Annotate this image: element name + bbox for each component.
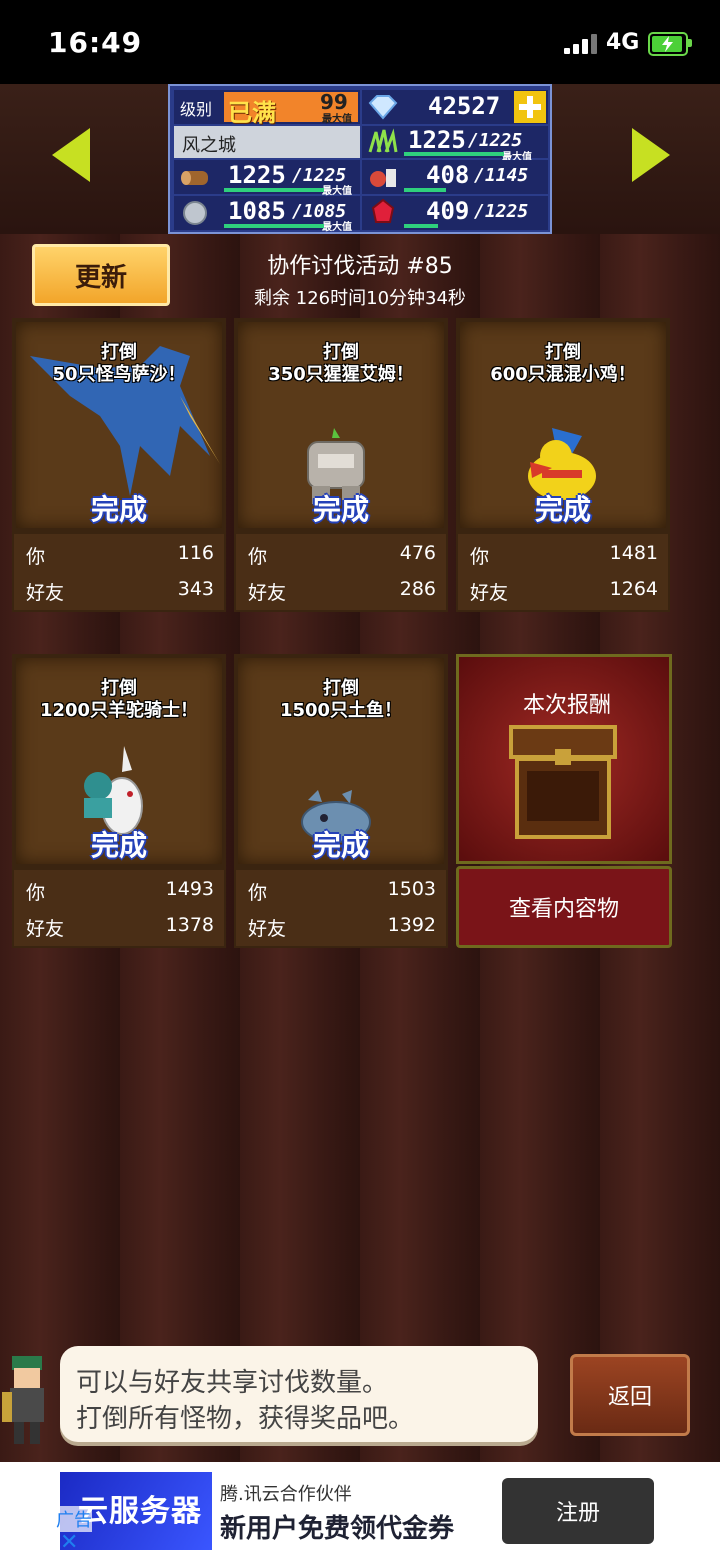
hint-line-2: 打倒所有怪物，获得奖品吧。 [76,1404,415,1434]
ruby-max: /1225 [474,201,529,222]
ore-cell: 1085 /1085 最大值 [174,196,360,233]
reward-card: 本次报酬 查看内容物 [456,654,672,948]
ore-value: 1085 [228,197,286,225]
view-contents-button[interactable]: 查看内容物 [456,866,672,948]
level-label: 级别 [180,100,213,119]
wood-max-tag: 最大值 [322,186,352,197]
friend-count-row: 好友 1264 [470,578,658,604]
you-count-row: 你 1503 [248,878,436,904]
quest-card[interactable]: 打倒 1200只羊驼骑士！ 完成 你 1493 好友 1378 [12,654,226,948]
level-bar: 已满 99 最大值 [224,90,358,127]
quest-line1: 打倒 [323,342,359,363]
back-button[interactable]: 返回 [570,1354,690,1436]
you-count-row: 你 116 [26,542,214,568]
friend-count-row: 好友 1392 [248,914,436,940]
friend-count-row: 好友 1378 [26,914,214,940]
quest-target: 1200只羊驼骑士！ [39,700,199,721]
register-button[interactable]: 注册 [502,1478,654,1544]
completed-label: 完成 [312,493,369,526]
ruby-cell: 409 /1225 [362,196,548,230]
quest-target: 50只怪鸟萨沙！ [52,364,186,385]
previous-arrow-button[interactable] [52,128,90,182]
reward-title: 本次报酬 [522,693,611,718]
clock: 16:49 [48,26,143,59]
city-name: 风之城 [182,135,236,156]
guide-character-icon [2,1356,44,1444]
quest-card[interactable]: 打倒 50只怪鸟萨沙！ 完成 你 116 好友 343 [12,318,226,612]
you-count-row: 你 1481 [470,542,658,568]
gems-cell: 42527 [362,90,548,124]
event-remaining-time: 剩余 126时间10分钟34秒 [254,288,466,309]
close-icon[interactable]: ✕ [60,1530,78,1555]
ad-sponsor: 腾.讯云合作伙伴 [220,1484,352,1505]
level-max-tag: 最大值 [322,114,352,125]
quest-card[interactable]: 打倒 600只混混小鸡！ 完成 你 1481 好友 1264 [456,318,670,612]
quest-line1: 打倒 [545,342,581,363]
wood-cell: 1225 /1225 最大值 [174,160,360,197]
completed-label: 完成 [90,829,147,862]
ruby-value: 409 [426,197,470,225]
ad-image-text: 云服务器 [78,1494,202,1529]
event-title: 协作讨伐活动 #85 [267,254,453,279]
ruby-icon [371,198,395,223]
gems-value: 42527 [428,92,501,120]
diamond-icon [368,95,398,120]
quest-card[interactable]: 打倒 1500只土鱼！ 完成 你 1503 好友 1392 [234,654,448,948]
wood-value: 1225 [228,161,286,189]
battery-icon [648,32,688,56]
plus-icon [519,96,541,118]
level-status: 已满 [228,99,276,127]
hint-line-1: 可以与好友共享讨伐数量。 [76,1368,389,1398]
grass-icon [368,128,398,153]
friend-count-row: 好友 286 [248,578,436,604]
quest-target: 1500只土鱼！ [279,700,403,721]
treasure-chest-icon [509,725,617,839]
refresh-button[interactable]: 更新 [32,244,170,306]
quest-target: 350只猩猩艾姆！ [268,364,414,385]
food-max: /1145 [474,165,529,186]
ad-headline[interactable]: 新用户免费领代金券 [220,1508,454,1545]
ad-label: 广告 [56,1506,92,1532]
food-cell: 408 /1145 [362,160,548,194]
wood-log-icon [181,171,208,185]
ore-icon [183,201,207,225]
completed-label: 完成 [90,493,147,526]
food-value: 408 [426,161,470,189]
you-count-row: 你 476 [248,542,436,568]
you-count-row: 你 1493 [26,878,214,904]
add-gems-button[interactable] [514,91,546,123]
completed-label: 完成 [312,829,369,862]
signal-icon [564,34,598,54]
quest-target: 600只混混小鸡！ [490,364,636,385]
ore-max-tag: 最大值 [322,222,352,233]
hint-message-box: 可以与好友共享讨伐数量。 打倒所有怪物，获得奖品吧。 [60,1346,538,1442]
food-icon [370,169,396,187]
quest-card[interactable]: 打倒 350只猩猩艾姆！ 完成 你 476 好友 286 [234,318,448,612]
friend-count-row: 好友 343 [26,578,214,604]
grass-value: 1225 [408,126,466,154]
quest-line1: 打倒 [323,678,359,699]
network-type: 4G [606,30,640,55]
next-arrow-button[interactable] [632,128,670,182]
grass-cell: 1225 /1225 最大值 [362,126,548,163]
resource-panel: 级别 已满 99 最大值 42527 风之城 1225 /1225 最大值 12… [168,84,552,234]
quest-line1: 打倒 [101,342,137,363]
quest-line1: 打倒 [101,678,137,699]
completed-label: 完成 [534,493,591,526]
status-bar: 16:49 4G [0,0,720,84]
city-name-cell: 风之城 [174,126,360,158]
level-cell: 级别 已满 99 最大值 [174,90,360,127]
